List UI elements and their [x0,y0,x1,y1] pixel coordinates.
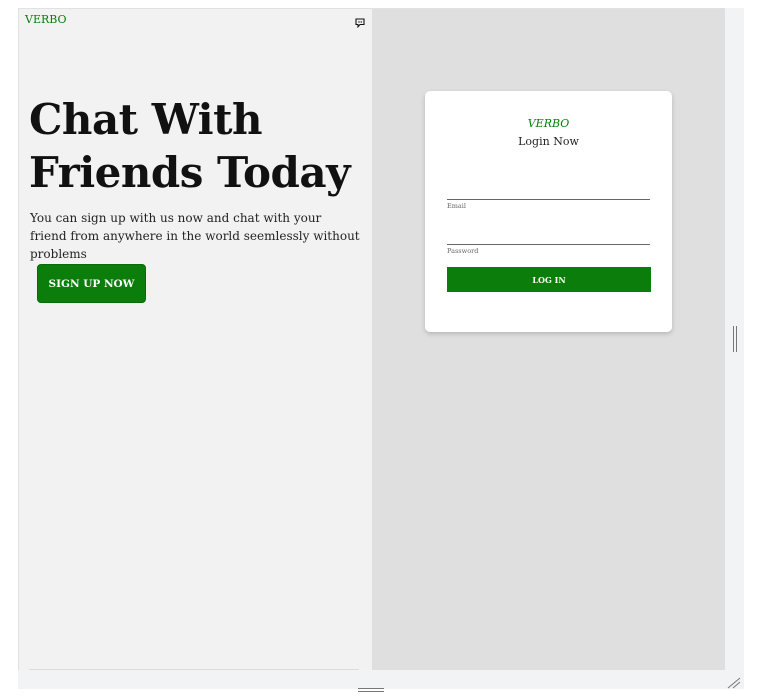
login-card: VERBO Login Now Email Password LOG IN [425,91,672,332]
brand-logo[interactable]: VERBO [25,13,67,26]
horizontal-resize-handle-icon[interactable] [358,678,384,692]
password-label: Password [447,247,479,255]
password-field[interactable] [447,223,650,245]
login-pane: VERBO Login Now Email Password LOG IN [372,9,725,670]
chat-bubble-icon[interactable] [355,13,365,29]
login-title: Login Now [518,135,579,148]
vertical-resize-handle-icon[interactable] [732,326,738,352]
app-viewport: VERBO Chat With Friends Today You can si… [0,0,780,692]
preview-frame: VERBO Chat With Friends Today You can si… [18,8,744,670]
sign-up-button[interactable]: SIGN UP NOW [37,264,146,303]
hero-pane: VERBO Chat With Friends Today You can si… [19,9,372,670]
login-brand: VERBO [527,117,570,130]
log-in-button[interactable]: LOG IN [447,267,651,292]
corner-resize-icon[interactable] [727,674,741,689]
email-field[interactable] [447,178,650,200]
hero-headline: Chat With Friends Today [29,95,351,197]
email-label: Email [447,202,466,210]
hero-subtext: You can sign up with us now and chat wit… [30,211,360,261]
